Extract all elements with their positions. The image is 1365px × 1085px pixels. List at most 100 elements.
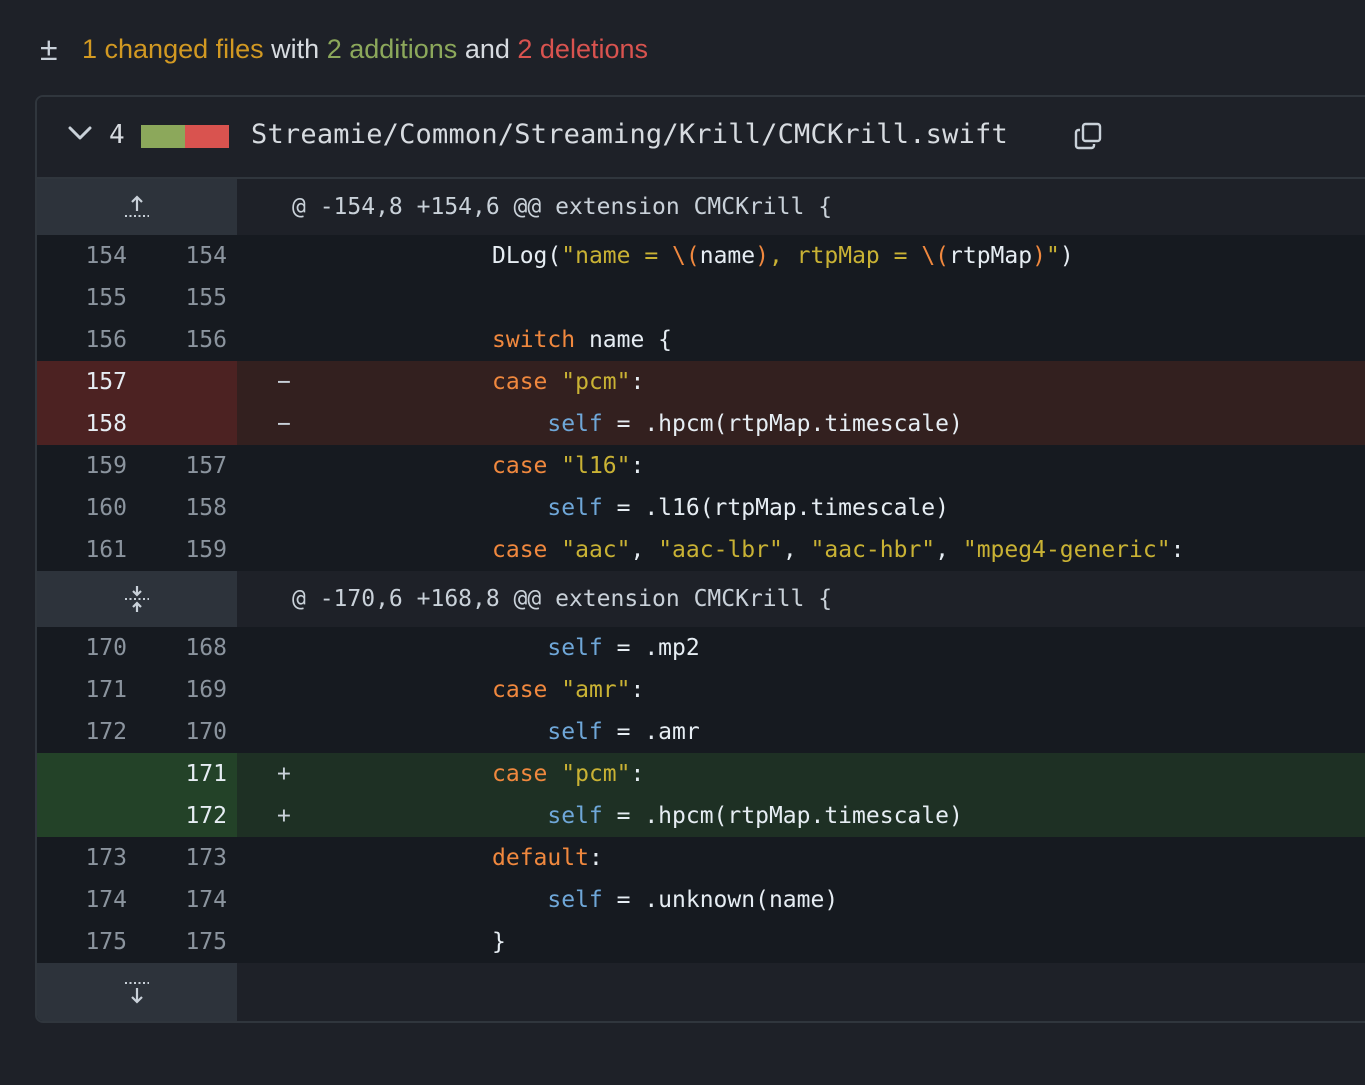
old-line-number[interactable]: 173 bbox=[67, 845, 127, 871]
code-token: DLog( bbox=[492, 243, 562, 269]
hunk-header bbox=[37, 963, 1365, 1021]
code-token: = .amr bbox=[602, 719, 700, 745]
new-line-number[interactable]: 172 bbox=[167, 803, 227, 829]
code-text: self = .unknown(name) bbox=[492, 887, 838, 913]
old-line-number[interactable]: 155 bbox=[67, 285, 127, 311]
new-line-number[interactable]: 155 bbox=[167, 285, 227, 311]
code-token: : bbox=[630, 369, 645, 395]
addition-marker: + bbox=[277, 761, 291, 787]
code-text: case "amr": bbox=[492, 677, 644, 703]
code-token: switch bbox=[492, 327, 576, 353]
new-line-number[interactable]: 168 bbox=[167, 635, 227, 661]
code-token: case bbox=[492, 537, 548, 563]
new-line-number[interactable]: 171 bbox=[167, 761, 227, 787]
code-token: "l16" bbox=[561, 453, 631, 479]
old-line-number[interactable]: 172 bbox=[67, 719, 127, 745]
diff-body: @ -154,8 +154,6 @@ extension CMCKrill {1… bbox=[37, 179, 1365, 1021]
copy-icon[interactable] bbox=[1073, 121, 1103, 151]
code-token: "aac-hbr" bbox=[810, 537, 936, 563]
old-line-number[interactable]: 160 bbox=[67, 495, 127, 521]
code-text: case "pcm": bbox=[492, 761, 644, 787]
code-token: self bbox=[547, 719, 603, 745]
code-token: : bbox=[588, 845, 603, 871]
new-line-number[interactable]: 169 bbox=[167, 677, 227, 703]
expand-up-icon bbox=[125, 195, 149, 217]
deletions-count: 2 deletions bbox=[517, 33, 648, 64]
old-line-number[interactable]: 158 bbox=[67, 411, 127, 437]
old-line-number[interactable]: 154 bbox=[67, 243, 127, 269]
line-number-gutter: 171 169 bbox=[37, 669, 237, 711]
new-line-number[interactable]: 170 bbox=[167, 719, 227, 745]
code-token: case bbox=[492, 369, 548, 395]
code-token: "pcm" bbox=[561, 369, 631, 395]
code-token: self bbox=[547, 887, 603, 913]
expand-lines-button[interactable] bbox=[37, 179, 237, 235]
code-token: "name = bbox=[561, 243, 673, 269]
new-line-number[interactable]: 159 bbox=[167, 537, 227, 563]
additions-count: 2 additions bbox=[326, 33, 458, 64]
context-line: 159 157 case "l16": bbox=[37, 445, 1365, 487]
new-line-number[interactable]: 173 bbox=[167, 845, 227, 871]
code-token: rtpMap bbox=[949, 243, 1033, 269]
code-token: , bbox=[782, 537, 811, 563]
code-token: case bbox=[492, 677, 548, 703]
new-line-number[interactable]: 175 bbox=[167, 929, 227, 955]
line-number-gutter: 154 154 bbox=[37, 235, 237, 277]
code-text: self = .mp2 bbox=[492, 635, 700, 661]
context-line: 160 158 self = .l16(rtpMap.timescale) bbox=[37, 487, 1365, 529]
old-line-number[interactable]: 156 bbox=[67, 327, 127, 353]
expand-both-icon bbox=[125, 586, 149, 612]
code-token: case bbox=[492, 453, 548, 479]
code-text: } bbox=[492, 929, 506, 955]
code-text: DLog("name = \(name), rtpMap = \(rtpMap)… bbox=[492, 243, 1074, 269]
code-text: self = .hpcm(rtpMap.timescale) bbox=[492, 803, 962, 829]
expand-lines-button[interactable] bbox=[37, 571, 237, 627]
diffstat-additions bbox=[141, 125, 185, 148]
old-line-number[interactable]: 175 bbox=[67, 929, 127, 955]
code-token: "amr" bbox=[561, 677, 631, 703]
line-number-gutter: 155 155 bbox=[37, 277, 237, 319]
code-token: \( bbox=[672, 243, 700, 269]
code-token: ) bbox=[755, 243, 769, 269]
old-line-number[interactable]: 159 bbox=[67, 453, 127, 479]
old-line-number[interactable]: 171 bbox=[67, 677, 127, 703]
hunk-header: @ -154,8 +154,6 @@ extension CMCKrill { bbox=[37, 179, 1365, 235]
hunk-header: @ -170,6 +168,8 @@ extension CMCKrill { bbox=[37, 571, 1365, 627]
deletion-marker: − bbox=[277, 411, 291, 437]
code-token: ) bbox=[1059, 243, 1074, 269]
code-token: self bbox=[547, 635, 603, 661]
old-line-number[interactable]: 170 bbox=[67, 635, 127, 661]
code-token: self bbox=[547, 495, 603, 521]
code-token: , bbox=[935, 537, 963, 563]
context-line: 161 159 case "aac", "aac-lbr", "aac-hbr", … bbox=[37, 529, 1365, 571]
new-line-number[interactable]: 174 bbox=[167, 887, 227, 913]
old-line-number[interactable]: 174 bbox=[67, 887, 127, 913]
code-text: case "aac", "aac-lbr", "aac-hbr", "mpeg4… bbox=[492, 537, 1184, 563]
old-line-number[interactable]: 157 bbox=[67, 369, 127, 395]
chevron-down-icon[interactable] bbox=[65, 119, 95, 149]
new-line-number[interactable]: 156 bbox=[167, 327, 227, 353]
line-number-gutter: 160 158 bbox=[37, 487, 237, 529]
code-text: default: bbox=[492, 845, 603, 871]
summary-with-text: with bbox=[271, 33, 320, 64]
code-token: = .l16(rtpMap.timescale) bbox=[602, 495, 949, 521]
code-text: switch name { bbox=[492, 327, 672, 353]
new-line-number[interactable]: 158 bbox=[167, 495, 227, 521]
code-token: default bbox=[492, 845, 589, 871]
new-line-number[interactable]: 157 bbox=[167, 453, 227, 479]
file-header: 4 Streamie/Common/Streaming/Krill/CMCKri… bbox=[37, 97, 1365, 179]
context-line: 174 174 self = .unknown(name) bbox=[37, 879, 1365, 921]
old-line-number[interactable]: 161 bbox=[67, 537, 127, 563]
expand-lines-button[interactable] bbox=[37, 963, 237, 1021]
code-token: name bbox=[699, 243, 756, 269]
code-token: = .mp2 bbox=[602, 635, 700, 661]
context-line: 171 169 case "amr": bbox=[37, 669, 1365, 711]
line-number-gutter: 159 157 bbox=[37, 445, 237, 487]
new-line-number[interactable]: 154 bbox=[167, 243, 227, 269]
context-line: 170 168 self = .mp2 bbox=[37, 627, 1365, 669]
file-path[interactable]: Streamie/Common/Streaming/Krill/CMCKrill… bbox=[251, 119, 1008, 150]
